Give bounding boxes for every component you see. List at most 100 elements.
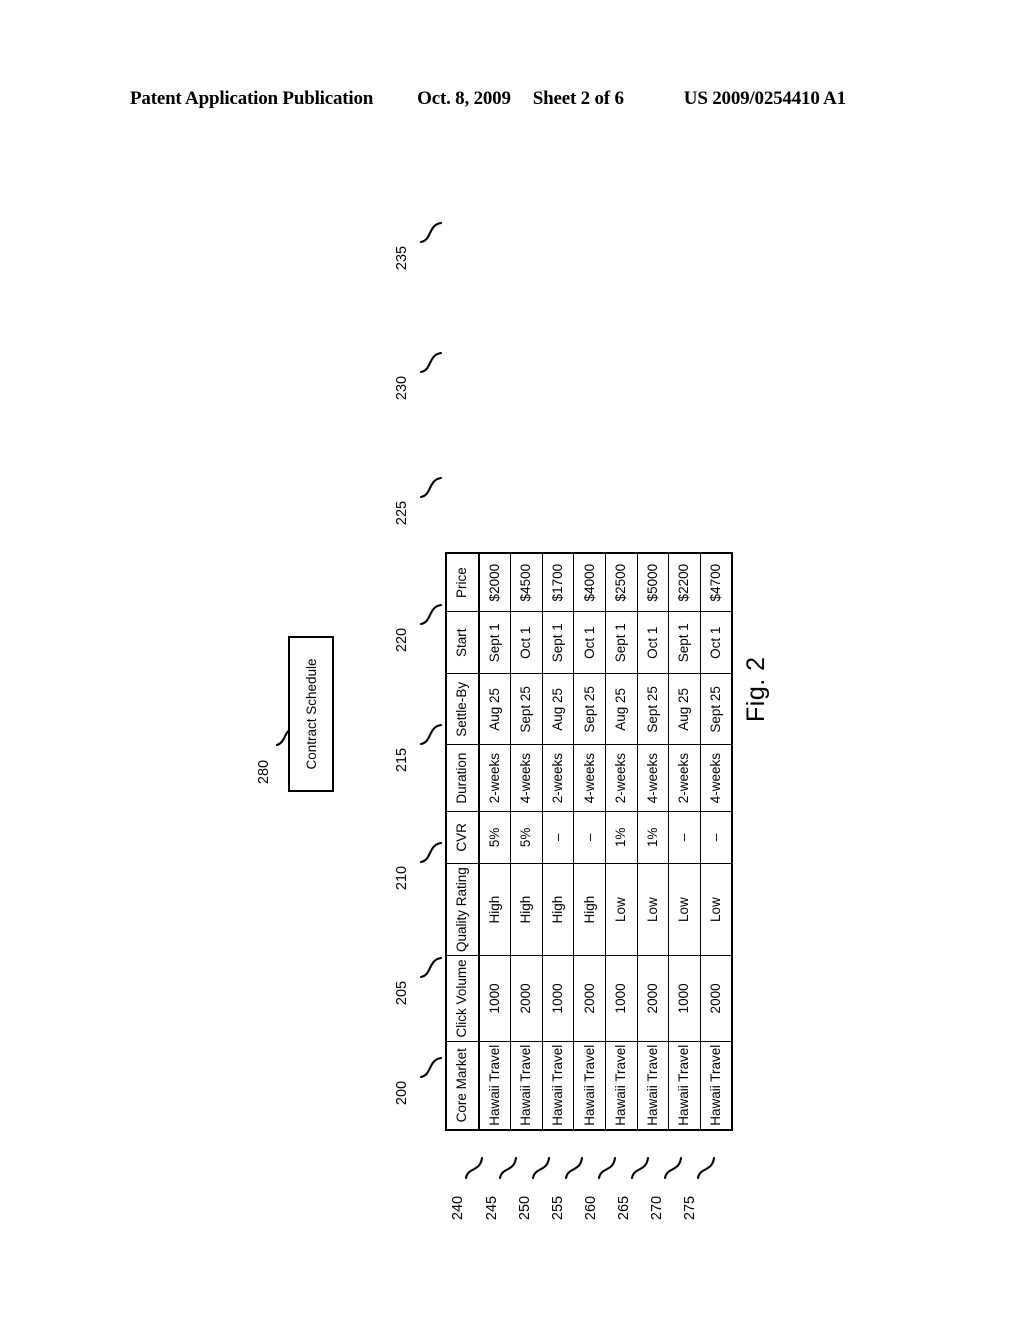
table-row: Hawaii Travel 2000 High 5% 4-weeks Sept 25 Oct… xyxy=(510,553,543,1130)
table-cell: Sept 25 xyxy=(637,673,669,745)
table-cell: $4500 xyxy=(510,553,543,612)
table-cell: 2-weeks xyxy=(605,745,638,812)
table-row: Hawaii Travel 1000 High –2-weeks Aug 25 Sept … xyxy=(542,553,574,1130)
table-row: Hawaii Travel 2000 High –4-weeks Sept 25 Oct … xyxy=(573,553,606,1130)
table-cell: Sept 25 xyxy=(700,673,733,745)
table-cell: Low xyxy=(668,863,701,956)
row-reference-numeral: 275 xyxy=(682,1195,699,1221)
row-reference-numeral: 265 xyxy=(616,1195,633,1221)
table-cell: Hawaii Travel xyxy=(542,1041,574,1130)
table-cell: 2000 xyxy=(573,955,606,1042)
table-cell: Low xyxy=(700,863,733,956)
column-header-price: Price xyxy=(446,553,479,612)
row-reference-numeral: 250 xyxy=(517,1195,534,1221)
column-header-duration: Duration xyxy=(446,745,479,812)
row-reference-numeral: 255 xyxy=(550,1195,567,1221)
table-cell: 1% xyxy=(605,811,638,864)
table-cell: 2-weeks xyxy=(478,745,511,812)
column-reference-numeral: 210 xyxy=(394,865,411,891)
column-reference-numeral: 200 xyxy=(394,1080,411,1106)
table-cell: Hawaii Travel xyxy=(637,1041,669,1130)
table-cell: $4700 xyxy=(700,553,733,612)
column-header-settle-by: Settle-By xyxy=(446,673,479,745)
contract-schedule-box: Contract Schedule xyxy=(288,636,334,792)
table-row: Hawaii Travel 1000 Low –2-weeks Aug 25 Sept 1… xyxy=(668,553,701,1130)
table-cell: 1000 xyxy=(478,955,511,1042)
table-cell: Oct 1 xyxy=(700,611,733,674)
table-cell: Aug 25 xyxy=(542,673,574,745)
table-cell: Hawaii Travel xyxy=(573,1041,606,1130)
table-cell: 4-weeks xyxy=(700,745,733,812)
table-cell: Hawaii Travel xyxy=(510,1041,543,1130)
table-cell: 2000 xyxy=(700,955,733,1042)
table-row: Hawaii Travel 1000 High 5% 2-weeks Aug 25 Sept… xyxy=(478,553,511,1130)
table-cell: Sept 25 xyxy=(510,673,543,745)
column-reference-numeral: 220 xyxy=(394,627,411,653)
contract-schedule-box-label: Contract Schedule xyxy=(303,658,319,770)
table-cell: $2200 xyxy=(668,553,701,612)
table-row: Hawaii Travel 2000 Low –4-weeks Sept 25 Oct 1… xyxy=(700,553,733,1130)
column-reference-numeral: 215 xyxy=(394,747,411,773)
table-cell: Sept 1 xyxy=(668,611,701,674)
column-header-quality-rating: Quality Rating xyxy=(446,863,479,956)
table-cell: Aug 25 xyxy=(605,673,638,745)
table-cell: High xyxy=(510,863,543,956)
table-cell: 2000 xyxy=(510,955,543,1042)
table-cell: 1% xyxy=(637,811,669,864)
table-cell: Aug 25 xyxy=(668,673,701,745)
column-header-cvr: CVR xyxy=(446,811,479,864)
row-reference-numeral: 245 xyxy=(484,1195,501,1221)
table-cell: 5% xyxy=(478,811,511,864)
table-cell: 2000 xyxy=(637,955,669,1042)
table-cell: Hawaii Travel xyxy=(700,1041,733,1130)
table-header-row: Core Market Click Volume Quality Rating … xyxy=(446,553,479,1130)
table-body: Hawaii Travel 1000 High 5% 2-weeks Aug 25 Sept… xyxy=(478,553,733,1130)
table-cell: Oct 1 xyxy=(510,611,543,674)
table-cell: High xyxy=(478,863,511,956)
contract-schedule-box-wrapper: Contract Schedule xyxy=(288,636,334,792)
table-cell: $5000 xyxy=(637,553,669,612)
figure-label-wrapper: Fig. 2 xyxy=(742,656,771,722)
table-cell: Low xyxy=(637,863,669,956)
column-header-click-volume: Click Volume xyxy=(446,955,479,1042)
table-cell: Hawaii Travel xyxy=(605,1041,638,1130)
table-row: Hawaii Travel 2000 Low 1% 4-weeks Sept 25 Oct … xyxy=(637,553,669,1130)
table-cell: $1700 xyxy=(542,553,574,612)
table-cell: Sept 25 xyxy=(573,673,606,745)
table-cell: 1000 xyxy=(542,955,574,1042)
column-reference-numeral: 225 xyxy=(394,500,411,526)
column-header-core-market: Core Market xyxy=(446,1041,479,1130)
table-cell: Sept 1 xyxy=(478,611,511,674)
column-reference-numeral: 205 xyxy=(394,980,411,1006)
table-cell: Oct 1 xyxy=(573,611,606,674)
table-cell: 1000 xyxy=(668,955,701,1042)
table-cell: 4-weeks xyxy=(637,745,669,812)
row-reference-numeral: 270 xyxy=(649,1195,666,1221)
table-cell: $2500 xyxy=(605,553,638,612)
table-cell: 4-weeks xyxy=(510,745,543,812)
table-cell: – xyxy=(573,811,606,864)
table-row: Hawaii Travel 1000 Low 1% 2-weeks Aug 25 Sept … xyxy=(605,553,638,1130)
table-cell: Hawaii Travel xyxy=(478,1041,511,1130)
row-reference-numeral: 260 xyxy=(583,1195,600,1221)
table-cell: High xyxy=(542,863,574,956)
table-cell: – xyxy=(542,811,574,864)
column-reference-numeral: 230 xyxy=(394,375,411,401)
contract-schedule-table-wrapper: Core Market Click Volume Quality Rating … xyxy=(445,552,734,1131)
table-cell: Aug 25 xyxy=(478,673,511,745)
table-cell: 2-weeks xyxy=(668,745,701,812)
table-cell: – xyxy=(668,811,701,864)
callout-box-reference-numeral: 280 xyxy=(256,759,273,785)
table-cell: Sept 1 xyxy=(605,611,638,674)
row-reference-numeral: 240 xyxy=(450,1195,467,1221)
table-cell: 2-weeks xyxy=(542,745,574,812)
table-cell: High xyxy=(573,863,606,956)
figure-label: Fig. 2 xyxy=(742,656,770,722)
table-cell: 4-weeks xyxy=(573,745,606,812)
table-cell: Hawaii Travel xyxy=(668,1041,701,1130)
table-cell: $2000 xyxy=(478,553,511,612)
table-cell: 1000 xyxy=(605,955,638,1042)
table-cell: 5% xyxy=(510,811,543,864)
table-cell: Oct 1 xyxy=(637,611,669,674)
column-reference-numeral: 235 xyxy=(394,245,411,271)
